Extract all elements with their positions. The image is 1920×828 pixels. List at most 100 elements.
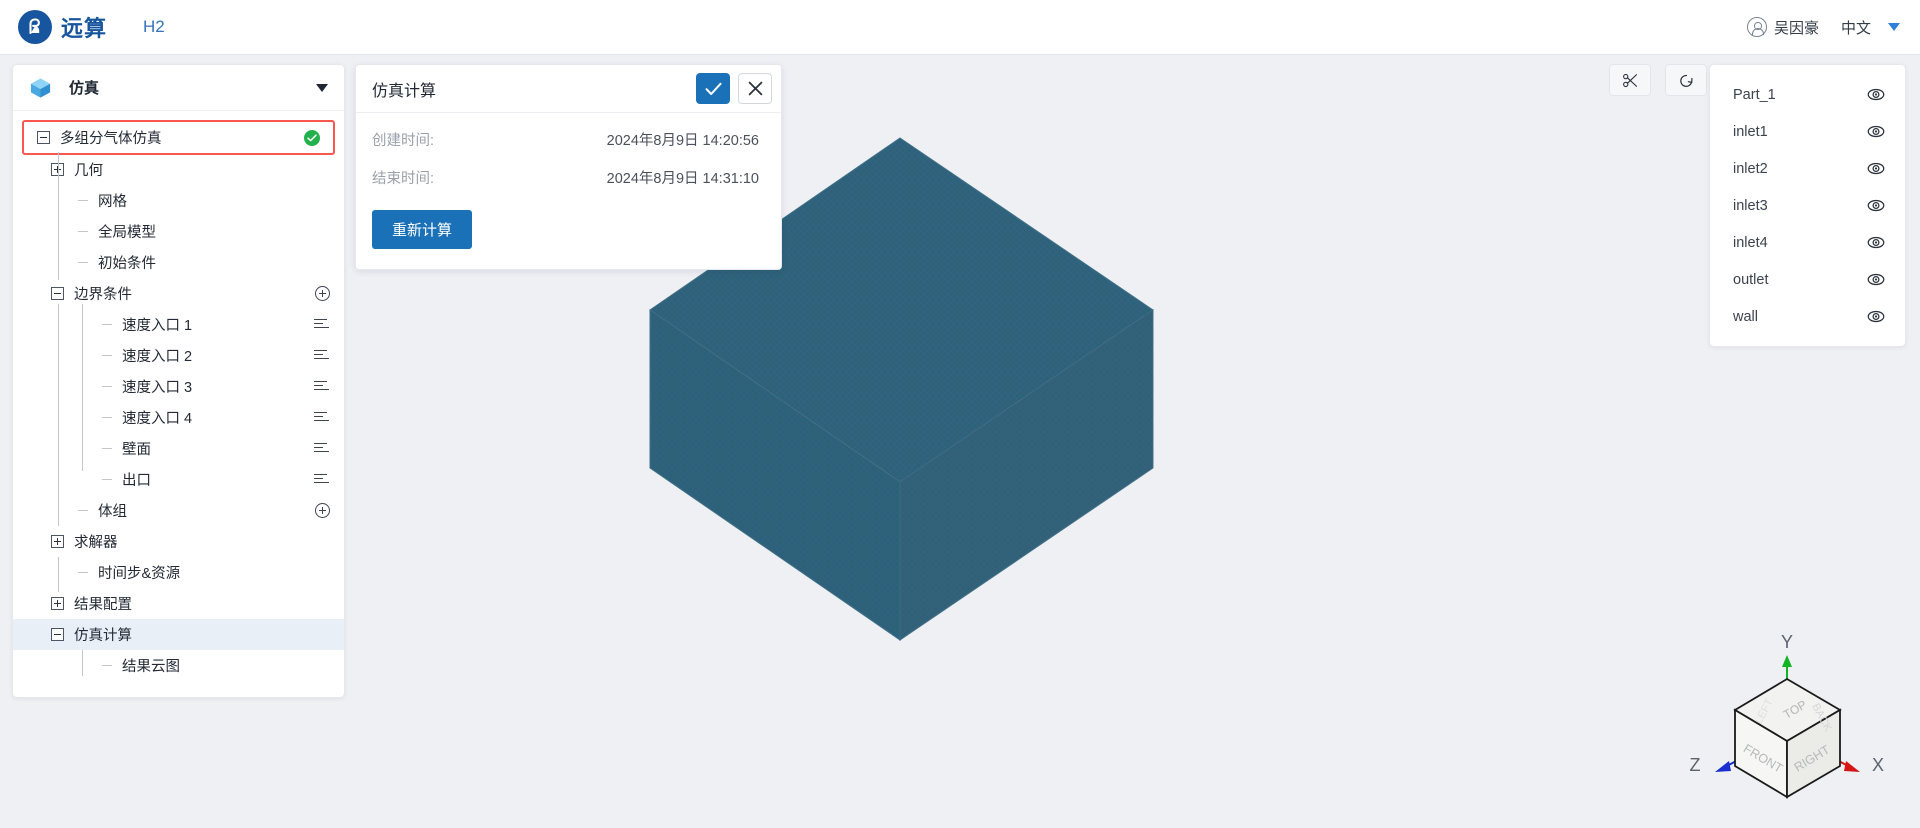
cube-face-right (1786, 708, 1841, 799)
tree-item-2[interactable]: 网格 (13, 185, 344, 216)
expand-toggle-icon[interactable] (51, 597, 64, 610)
tree-item-label: 结果配置 (74, 597, 132, 613)
tree-item-label: 几何 (74, 163, 103, 179)
list-menu-icon[interactable] (314, 411, 330, 424)
tree-item-action (314, 442, 330, 455)
add-icon[interactable] (315, 286, 330, 301)
tree-item-label: 多组分气体仿真 (60, 131, 162, 147)
tree-item-16[interactable]: 仿真计算 (13, 619, 344, 650)
part-row[interactable]: Part_1 (1710, 76, 1905, 113)
simulation-tree: 多组分气体仿真几何网格全局模型初始条件边界条件速度入口 1 速度入口 2 速度入口 … (13, 111, 344, 697)
yuansuan-logo-icon (18, 10, 52, 44)
collapse-toggle-icon[interactable] (51, 628, 64, 641)
user-menu[interactable]: 吴因豪 (1746, 17, 1819, 38)
brand-logo[interactable]: 远算 (18, 10, 107, 44)
tree-item-label: 结果云图 (122, 659, 180, 675)
tree-item-label: 仿真计算 (74, 628, 132, 644)
list-menu-icon[interactable] (314, 473, 330, 486)
eye-icon[interactable] (1867, 88, 1885, 101)
tree-connector-line (58, 557, 59, 592)
tree-item-label: 速度入口 2 (122, 349, 193, 365)
tree-item-status (304, 129, 320, 146)
tree-item-11[interactable]: 出口 (13, 464, 344, 495)
tree-item-label: 体组 (98, 504, 127, 520)
tree-item-8[interactable]: 速度入口 3 (13, 371, 344, 402)
tree-item-action (314, 318, 330, 331)
tree-item-0[interactable]: 多组分气体仿真 (22, 120, 335, 155)
cube-icon (30, 77, 51, 98)
view-orientation-cube[interactable]: Y Z X TOP BACK LEFT FRONT RIGHT (1685, 631, 1890, 806)
collapse-toggle-icon[interactable] (37, 131, 50, 144)
tree-branch-icon (99, 473, 112, 486)
tree-item-label: 全局模型 (98, 225, 156, 241)
tree-item-7[interactable]: 速度入口 2 (13, 340, 344, 371)
part-name: inlet1 (1733, 123, 1768, 140)
part-row[interactable]: inlet1 (1710, 113, 1905, 150)
expand-toggle-icon[interactable] (51, 535, 64, 548)
eye-icon[interactable] (1867, 236, 1885, 249)
eye-icon[interactable] (1867, 162, 1885, 175)
tree-branch-icon (75, 566, 88, 579)
tree-panel-header[interactable]: 仿真 (13, 65, 344, 111)
brand-name: 远算 (61, 16, 108, 41)
tree-item-9[interactable]: 速度入口 4 (13, 402, 344, 433)
tree-item-6[interactable]: 速度入口 1 (13, 309, 344, 340)
tree-item-action (314, 380, 330, 393)
tree-item-12[interactable]: 体组 (13, 495, 344, 526)
cube-label-right: RIGHT (1792, 742, 1833, 774)
list-menu-icon[interactable] (314, 442, 330, 455)
list-menu-icon[interactable] (314, 349, 330, 362)
recompute-button[interactable]: 重新计算 (372, 210, 473, 249)
tree-item-label: 壁面 (122, 442, 151, 458)
confirm-button[interactable] (696, 73, 730, 104)
part-row[interactable]: inlet4 (1710, 224, 1905, 261)
cube-face-front (1734, 708, 1788, 799)
cube-face-top (1733, 677, 1842, 743)
run-panel-header: 仿真计算 (356, 65, 781, 113)
eye-icon[interactable] (1867, 273, 1885, 286)
tree-item-4[interactable]: 初始条件 (13, 247, 344, 278)
axis-arrow-y (1782, 655, 1792, 683)
part-row[interactable]: wall (1710, 298, 1905, 335)
part-name: wall (1733, 308, 1758, 325)
tree-item-10[interactable]: 壁面 (13, 433, 344, 464)
tree-item-label: 速度入口 4 (122, 411, 193, 427)
viewport-3d[interactable]: 仿真 多组分气体仿真几何网格全局模型初始条件边界条件速度入口 1 速度入口 2 速度… (0, 55, 1920, 828)
reset-view-button[interactable] (1665, 64, 1707, 96)
close-button[interactable] (738, 73, 772, 104)
eye-icon[interactable] (1867, 310, 1885, 323)
part-name: inlet4 (1733, 234, 1768, 251)
chevron-down-icon[interactable] (316, 83, 328, 92)
collapse-toggle-icon[interactable] (51, 287, 64, 300)
clip-scissors-icon (1622, 73, 1637, 87)
tree-item-label: 求解器 (74, 535, 118, 551)
tree-branch-icon (75, 225, 88, 238)
language-switch[interactable]: 中文 (1841, 17, 1871, 38)
part-row[interactable]: inlet2 (1710, 150, 1905, 187)
view-toolbar (1609, 64, 1707, 96)
top-bar: 远算 H2 吴因豪 中文 (0, 0, 1920, 55)
part-row[interactable]: outlet (1710, 261, 1905, 298)
add-icon[interactable] (315, 503, 330, 518)
tree-item-17[interactable]: 结果云图 (13, 650, 344, 681)
tree-item-label: 边界条件 (74, 287, 132, 303)
tree-item-14[interactable]: 时间步&资源 (13, 557, 344, 588)
finished-time-row: 结束时间: 2024年8月9日 14:31:10 (372, 167, 759, 188)
clip-scissors-button[interactable] (1609, 64, 1651, 96)
chevron-down-icon[interactable] (1888, 23, 1900, 31)
tree-item-15[interactable]: 结果配置 (13, 588, 344, 619)
part-row[interactable]: inlet3 (1710, 187, 1905, 224)
tree-item-13[interactable]: 求解器 (13, 526, 344, 557)
eye-icon[interactable] (1867, 199, 1885, 212)
tree-item-label: 时间步&资源 (98, 566, 181, 582)
eye-icon[interactable] (1867, 125, 1885, 138)
list-menu-icon[interactable] (314, 380, 330, 393)
part-name: Part_1 (1733, 86, 1776, 103)
tree-item-1[interactable]: 几何 (13, 154, 344, 185)
list-menu-icon[interactable] (314, 318, 330, 331)
tree-branch-icon (99, 411, 112, 424)
tree-item-3[interactable]: 全局模型 (13, 216, 344, 247)
top-bar-right: 吴因豪 中文 (1746, 17, 1900, 38)
tree-item-5[interactable]: 边界条件 (13, 278, 344, 309)
cube-label-top: TOP (1781, 697, 1809, 721)
